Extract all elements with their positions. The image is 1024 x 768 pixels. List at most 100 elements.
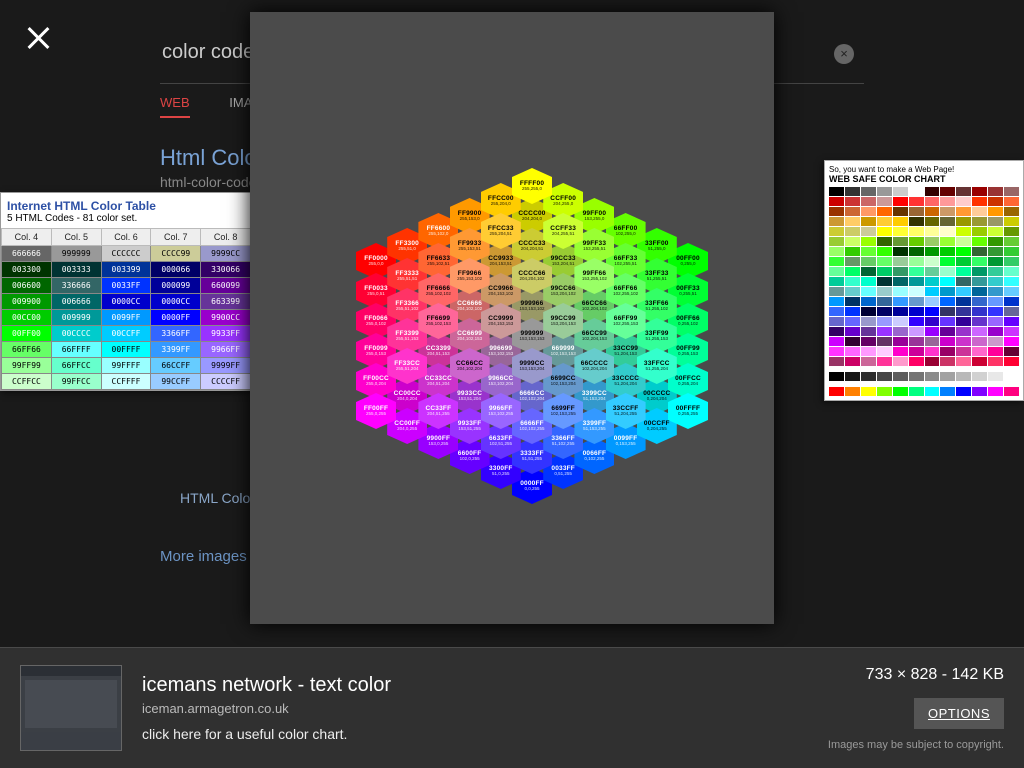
color-cell: 99FFCC [51,374,101,390]
image-lightbox[interactable]: 0000FF0,0,2550033CC0,51,2040033FF0,51,25… [250,12,774,624]
color-cell: 9933FF [201,326,251,342]
color-cell: 9900CC [201,310,251,326]
hex-cell: 33CCFF51,204,255 [606,393,646,429]
color-cell: 666666 [2,246,52,262]
hex-cell: CCCC66204,204,102 [512,258,552,294]
color-cell: 0000FF [151,310,201,326]
hex-cell: FFCC33255,204,51 [481,213,521,249]
hex-cell: 99CC99153,204,153 [543,303,583,339]
col-header: Col. 7 [151,229,201,246]
color-cell: 009999 [51,310,101,326]
color-cell: 9999FF [201,358,251,374]
color-cell: 99FF99 [2,358,52,374]
table-row: CCFFCC99FFCCCCFFFF99CCFFCCCCFF [2,374,251,390]
color-cell: 009900 [2,294,52,310]
image-info-bar: icemans network - text color iceman.arma… [0,647,1024,768]
color-hexagon: 0000FF0,0,2550033CC0,51,2040033FF0,51,25… [252,18,772,618]
hex-cell: 33FFCC51,255,204 [637,348,677,384]
left-related-image[interactable]: Internet HTML Color Table 5 HTML Codes -… [0,192,252,391]
left-panel-title: Internet HTML Color Table [1,193,251,213]
color-cell: 663399 [201,294,251,310]
color-cell: 00CC00 [2,310,52,326]
hex-cell: CC33FF204,51,255 [418,393,458,429]
gray-row [829,372,1019,381]
right-related-image[interactable]: So, you want to make a Web Page! WEB SAF… [824,160,1024,401]
color-cell: 0000CC [151,294,201,310]
table-row: 66FF6666FFFF00FFFF3399FF9966FF [2,342,251,358]
hex-cell: FF00FF255,0,255 [356,393,396,429]
col-header: Col. 6 [101,229,151,246]
options-button[interactable]: OPTIONS [914,698,1004,729]
table-row: 0099000066660000CC0000CC663399 [2,294,251,310]
table-row: 00CC000099990099FF0000FF9900CC [2,310,251,326]
color-table: Col. 4Col. 5Col. 6Col. 7Col. 8 666666999… [1,228,251,390]
image-source-url[interactable]: iceman.armagetron.co.uk [142,701,391,716]
color-cell: 66FFCC [51,358,101,374]
color-cell: 000066 [151,262,201,278]
color-cell: 9999CC [201,246,251,262]
color-cell: 00FF00 [2,326,52,342]
color-cell: 00FFFF [101,342,151,358]
hex-cell: 9966FF153,102,255 [481,393,521,429]
hex-cell: CC66CC204,102,204 [450,348,490,384]
color-cell: 66FFFF [51,342,101,358]
col-header: Col. 5 [51,229,101,246]
color-cell: 9966FF [201,342,251,358]
source-page-thumbnail[interactable] [20,665,122,751]
hex-cell: 66FF99102,255,153 [606,303,646,339]
right-panel-line2: WEB SAFE COLOR CHART [829,174,1019,184]
color-cell: 003399 [101,262,151,278]
more-images-link[interactable]: More images [160,548,247,565]
color-cell: CCCCCC [101,246,151,262]
color-cell: 006666 [51,294,101,310]
table-row: 99FF9966FFCC99FFFF66CCFF9999FF [2,358,251,374]
color-cell: 999999 [51,246,101,262]
hex-cell: CCFF33204,255,51 [543,213,583,249]
color-cell: 336666 [51,278,101,294]
color-cell: CCFFCC [2,374,52,390]
color-cell: 00CCFF [101,326,151,342]
color-cell: 0033FF [101,278,151,294]
hue-row [829,387,1019,396]
table-row: 003300003333003399000066330066 [2,262,251,278]
tab-web[interactable]: WEB [160,95,190,118]
hex-cell: CC9999204,153,153 [481,303,521,339]
color-cell: 66FF66 [2,342,52,358]
color-cell: 00CCCC [51,326,101,342]
color-cell: 0099FF [101,310,151,326]
image-title: icemans network - text color [142,674,391,697]
close-icon[interactable] [24,24,52,52]
hex-cell: 66CCCC102,204,204 [574,348,614,384]
hex-cell: FF33CC255,51,204 [387,348,427,384]
clear-search-icon[interactable]: × [834,44,854,64]
color-cell: 0000CC [101,294,151,310]
color-cell: 330066 [201,262,251,278]
hex-cell: FF6699255,102,153 [418,303,458,339]
color-cell: 006600 [2,278,52,294]
color-cell: 99FFFF [101,358,151,374]
table-row: 00FF0000CCCC00CCFF3366FF9933FF [2,326,251,342]
image-dimensions: 733 × 828 - 142 KB [828,666,1004,684]
color-cell: 003300 [2,262,52,278]
color-cell: 99CCFF [151,374,201,390]
copyright-note: Images may be subject to copyright. [828,739,1004,751]
col-header: Col. 4 [2,229,52,246]
swatch-grid [829,187,1019,366]
hex-cell: 9999CC153,153,204 [512,348,552,384]
hex-cell: 00FFFF0,255,255 [668,393,708,429]
color-cell: 3366FF [151,326,201,342]
color-cell: 3399FF [151,342,201,358]
hex-cell: FF9966255,153,102 [450,258,490,294]
col-header: Col. 8 [201,229,251,246]
color-cell: 003333 [51,262,101,278]
color-cell: CCFFFF [101,374,151,390]
table-row: 666666999999CCCCCCCCCC999999CC [2,246,251,262]
image-caption: click here for a useful color chart. [142,726,391,742]
color-cell: 66CCFF [151,358,201,374]
color-cell: 660099 [201,278,251,294]
hex-cell: 6699FF102,153,255 [543,393,583,429]
color-cell: 000099 [151,278,201,294]
left-panel-subtitle: 5 HTML Codes - 81 color set. [1,213,251,228]
right-panel-line1: So, you want to make a Web Page! [829,165,1019,174]
color-cell: CCCC99 [151,246,201,262]
